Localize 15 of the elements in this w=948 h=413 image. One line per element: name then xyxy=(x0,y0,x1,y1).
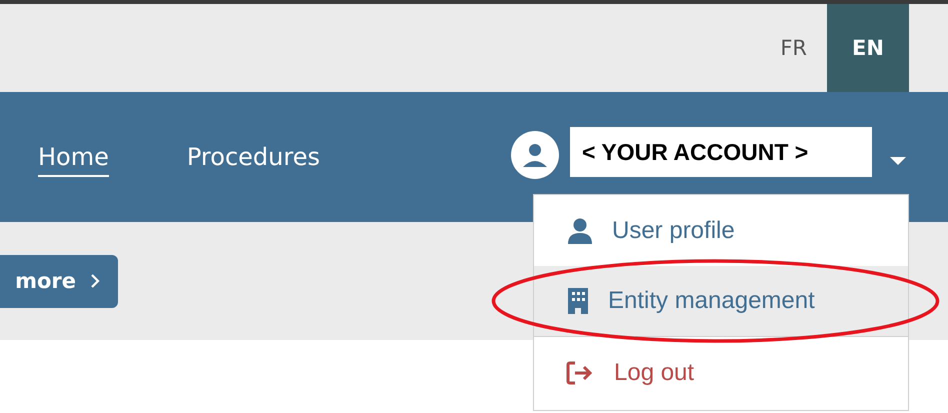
user-avatar-icon[interactable] xyxy=(511,131,559,179)
language-tab[interactable]: FR xyxy=(760,4,827,92)
building-icon xyxy=(568,288,588,314)
menu-item[interactable]: Entity management xyxy=(534,266,908,337)
account-field[interactable]: < YOUR ACCOUNT > xyxy=(570,127,872,177)
more-button[interactable]: more xyxy=(0,254,118,308)
person-icon xyxy=(568,218,592,244)
nav-link[interactable]: Procedures xyxy=(186,143,320,177)
nav-link[interactable]: Home xyxy=(38,143,109,177)
chevron-right-icon xyxy=(90,273,100,289)
menu-item[interactable]: Log out xyxy=(534,337,908,408)
logout-icon xyxy=(566,360,594,384)
caret-icon[interactable] xyxy=(890,157,906,165)
language-tab[interactable]: EN xyxy=(827,4,909,92)
menu-item[interactable]: User profile xyxy=(534,195,908,266)
